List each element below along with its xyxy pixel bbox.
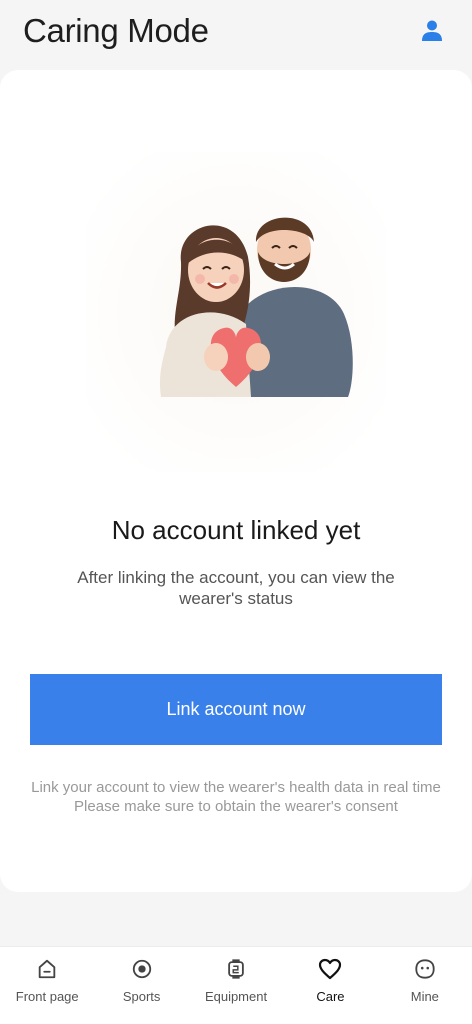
tab-mine[interactable]: Mine	[378, 947, 472, 1024]
tab-sports[interactable]: Sports	[94, 947, 188, 1024]
smile-face-icon	[412, 956, 438, 982]
watch-icon	[223, 956, 249, 982]
tab-label: Mine	[410, 989, 439, 1004]
consent-note: Link your account to view the wearer's h…	[0, 778, 472, 816]
main-card: No account linked yet After linking the …	[0, 70, 472, 892]
link-account-button[interactable]: Link account now	[30, 674, 442, 745]
tab-label: Front page	[15, 989, 79, 1004]
home-icon	[34, 956, 60, 982]
link-account-label: Link account now	[166, 699, 306, 719]
couple-holding-heart-illustration	[86, 152, 386, 472]
profile-button[interactable]	[416, 14, 448, 46]
target-icon	[129, 956, 155, 982]
empty-state-heading: No account linked yet	[111, 515, 361, 545]
page-title: Caring Mode	[23, 12, 209, 49]
tab-care[interactable]: Care	[283, 947, 377, 1024]
consent-note-line2: Please make sure to obtain the wearer's …	[74, 798, 398, 815]
empty-state-description: After linking the account, you can view …	[77, 568, 395, 608]
bottom-tab-bar: Front page Sports Equipment Care Mine	[0, 946, 472, 1024]
person-icon	[422, 20, 442, 41]
tab-label: Care	[316, 989, 345, 1004]
tab-label: Sports	[122, 989, 161, 1004]
header: Caring Mode	[0, 0, 472, 64]
tab-front-page[interactable]: Front page	[0, 947, 94, 1024]
tab-equipment[interactable]: Equipment	[189, 947, 283, 1024]
consent-note-line1: Link your account to view the wearer's h…	[31, 779, 441, 796]
tab-label: Equipment	[204, 989, 268, 1004]
heart-icon	[317, 956, 343, 982]
